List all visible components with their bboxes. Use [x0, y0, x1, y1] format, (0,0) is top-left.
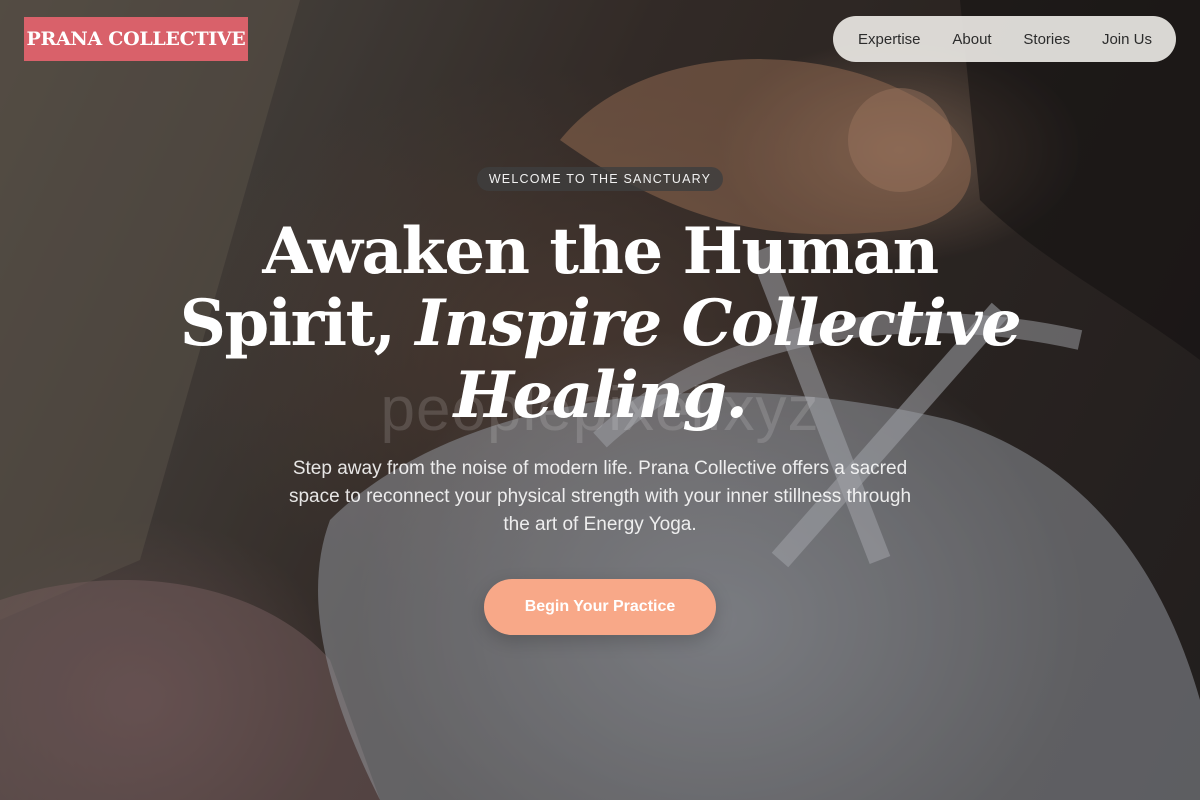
brand-logo[interactable]: PRANA COLLECTIVE: [24, 17, 248, 61]
hero-headline: Awaken the Human Spirit, Inspire Collect…: [150, 216, 1050, 432]
hero-section: PRANA COLLECTIVE Expertise About Stories…: [0, 0, 1200, 800]
nav-link-stories[interactable]: Stories: [1023, 31, 1070, 48]
nav-link-expertise[interactable]: Expertise: [858, 31, 921, 48]
begin-practice-button[interactable]: Begin Your Practice: [484, 579, 716, 635]
nav-link-about[interactable]: About: [952, 31, 991, 48]
main-nav: Expertise About Stories Join Us: [833, 16, 1176, 62]
hero-eyebrow-badge: WELCOME TO THE SANCTUARY: [477, 167, 723, 191]
nav-link-join-us[interactable]: Join Us: [1102, 31, 1152, 48]
headline-italic: Inspire Collective Healing.: [415, 286, 1022, 433]
hero-subtitle: Step away from the noise of modern life.…: [288, 458, 912, 535]
